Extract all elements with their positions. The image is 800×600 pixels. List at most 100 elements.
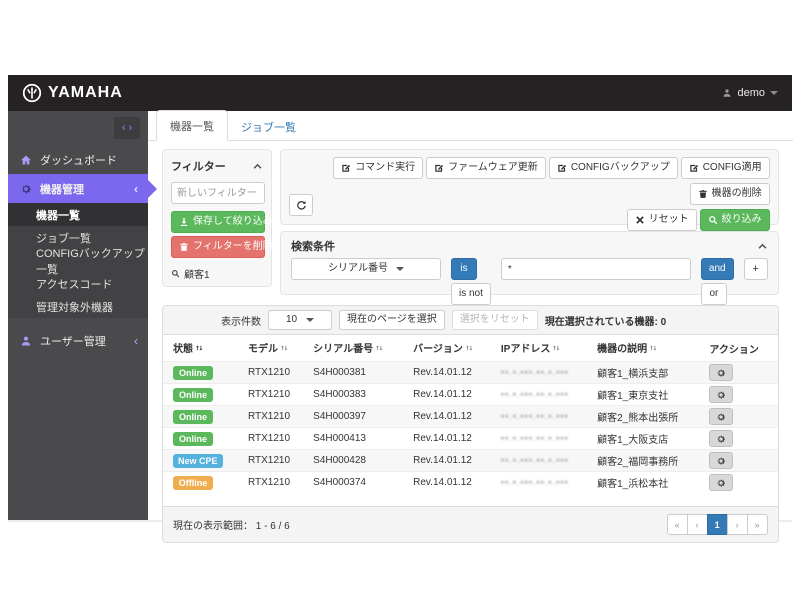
column-header-serial[interactable]: シリアル番号 xyxy=(307,335,407,362)
download-icon xyxy=(179,217,189,227)
button-label: 機器の削除 xyxy=(712,189,762,199)
search-field-select[interactable]: シリアル番号 xyxy=(291,258,441,280)
sidebar-item-config-backup-list[interactable]: CONFIGバックアップ一覧 xyxy=(8,249,148,272)
new-filter-input[interactable] xyxy=(171,182,265,204)
firmware-update-button[interactable]: ファームウェア更新 xyxy=(426,157,546,179)
pagination-next-button[interactable]: › xyxy=(727,514,748,535)
run-command-button[interactable]: コマンド実行 xyxy=(333,157,423,179)
pagination-page-1-button[interactable]: 1 xyxy=(707,514,728,535)
page-size-value: 10 xyxy=(286,315,297,325)
column-header-model[interactable]: モデル xyxy=(242,335,307,362)
version-cell: Rev.14.01.12 xyxy=(407,428,495,450)
save-and-filter-button[interactable]: 保存して絞り込み xyxy=(171,211,265,233)
device-management-submenu: 機器一覧 ジョブ一覧 CONFIGバックアップ一覧 アクセスコード 管理対象外機… xyxy=(8,203,148,318)
logic-and-button[interactable]: and xyxy=(701,258,734,280)
column-header-version[interactable]: バージョン xyxy=(407,335,495,362)
column-header-status[interactable]: 状態 xyxy=(163,335,242,362)
table-row[interactable]: Online RTX1210 S4H000383 Rev.14.01.12 ▪▪… xyxy=(163,384,778,406)
button-label: 保存して絞り込み xyxy=(193,217,273,227)
person-icon xyxy=(722,88,732,98)
caret-down-icon xyxy=(306,318,314,322)
reset-button[interactable]: リセット xyxy=(627,209,697,231)
column-header-description[interactable]: 機器の説明 xyxy=(591,335,703,362)
table-row[interactable]: New CPE RTX1210 S4H000428 Rev.14.01.12 ▪… xyxy=(163,450,778,472)
serial-cell: S4H000428 xyxy=(307,450,407,472)
sidebar-item-device-list[interactable]: 機器一覧 xyxy=(8,203,148,226)
ip-redacted: ▪▪.▪.▪▪▪.▪▪.▪.▪▪▪ xyxy=(501,433,569,443)
ip-redacted: ▪▪.▪.▪▪▪.▪▪.▪.▪▪▪ xyxy=(501,367,569,377)
pagination-first-button[interactable]: « xyxy=(667,514,688,535)
edit-square-icon xyxy=(341,163,351,173)
pagination: « ‹ 1 › » xyxy=(667,514,768,535)
logic-or-button[interactable]: or xyxy=(701,283,727,305)
yamaha-logo: YAMAHA xyxy=(22,83,123,103)
page-size-select[interactable]: 10 xyxy=(268,310,332,330)
version-cell: Rev.14.01.12 xyxy=(407,472,495,494)
sidebar-item-device-management[interactable]: 機器管理 ‹ xyxy=(8,174,148,203)
home-icon xyxy=(20,154,32,166)
device-actions-button[interactable] xyxy=(709,408,733,425)
table-row[interactable]: Online RTX1210 S4H000413 Rev.14.01.12 ▪▪… xyxy=(163,428,778,450)
table-row[interactable]: Online RTX1210 S4H000397 Rev.14.01.12 ▪▪… xyxy=(163,406,778,428)
delete-filter-button[interactable]: フィルターを削除 xyxy=(171,236,265,258)
tab-bar: 機器一覧 ジョブ一覧 xyxy=(148,111,793,141)
description-cell: 顧客1_大阪支店 xyxy=(591,428,703,450)
version-cell: Rev.14.01.12 xyxy=(407,384,495,406)
submenu-label: 機器一覧 xyxy=(36,207,80,223)
submenu-label: アクセスコード xyxy=(36,276,112,292)
submenu-label: CONFIGバックアップ一覧 xyxy=(36,245,148,277)
gear-icon xyxy=(716,368,726,378)
table-row[interactable]: Offline RTX1210 S4H000374 Rev.14.01.12 ▪… xyxy=(163,472,778,494)
sort-icon xyxy=(280,343,289,356)
status-badge: Offline xyxy=(173,476,213,490)
gear-icon xyxy=(716,412,726,422)
sort-icon xyxy=(375,343,384,356)
device-actions-button[interactable] xyxy=(709,430,733,447)
pagination-prev-button[interactable]: ‹ xyxy=(687,514,708,535)
saved-filter-item[interactable]: 顧客1 xyxy=(171,266,263,281)
device-table-panel: 表示件数 10 現在のページを選択 選択をリセット 現在選択されている機器: 0 xyxy=(162,305,779,543)
column-header-ip[interactable]: IPアドレス xyxy=(495,335,591,362)
operator-is-not-button[interactable]: is not xyxy=(451,283,491,305)
gear-icon xyxy=(716,456,726,466)
button-label: フィルターを削除 xyxy=(193,242,273,252)
table-row[interactable]: Online RTX1210 S4H000381 Rev.14.01.12 ▪▪… xyxy=(163,362,778,384)
version-cell: Rev.14.01.12 xyxy=(407,362,495,384)
config-backup-button[interactable]: CONFIGバックアップ xyxy=(549,157,678,179)
serial-cell: S4H000374 xyxy=(307,472,407,494)
user-menu[interactable]: demo xyxy=(722,87,778,99)
pagination-last-button[interactable]: » xyxy=(747,514,768,535)
tab-job-list[interactable]: ジョブ一覧 xyxy=(228,112,309,141)
search-icon xyxy=(171,269,180,278)
reset-selection-button[interactable]: 選択をリセット xyxy=(452,310,538,330)
select-current-page-button[interactable]: 現在のページを選択 xyxy=(339,310,445,330)
delete-device-button[interactable]: 機器の削除 xyxy=(690,183,770,205)
search-icon xyxy=(708,215,718,225)
operator-is-button[interactable]: is xyxy=(451,258,477,280)
apply-filter-button[interactable]: 絞り込み xyxy=(700,209,770,231)
status-badge: Online xyxy=(173,432,213,446)
tab-device-list[interactable]: 機器一覧 xyxy=(156,110,228,141)
refresh-button[interactable] xyxy=(289,194,313,216)
search-value-input[interactable] xyxy=(501,258,691,280)
collapse-chevron-up-icon[interactable] xyxy=(757,241,768,252)
gear-icon xyxy=(716,434,726,444)
collapse-left-icon: ‹ xyxy=(122,122,126,134)
sidebar-item-unmanaged-devices[interactable]: 管理対象外機器 xyxy=(8,295,148,318)
sidebar-item-user-management[interactable]: ユーザー管理 ‹ xyxy=(8,326,148,355)
selected-device-count: 現在選択されている機器: 0 xyxy=(545,313,666,328)
sort-icon xyxy=(465,343,474,356)
device-actions-button[interactable] xyxy=(709,452,733,469)
device-actions-button[interactable] xyxy=(709,474,733,491)
device-actions-button[interactable] xyxy=(709,364,733,381)
collapse-chevron-up-icon[interactable] xyxy=(252,161,263,172)
config-apply-button[interactable]: CONFIG適用 xyxy=(681,157,770,179)
edit-square-icon xyxy=(689,163,699,173)
sort-icon xyxy=(552,343,561,356)
device-actions-button[interactable] xyxy=(709,386,733,403)
button-label: コマンド実行 xyxy=(355,163,415,173)
sidebar-item-dashboard[interactable]: ダッシュボード xyxy=(8,145,148,174)
add-condition-button[interactable]: + xyxy=(744,258,768,280)
button-label: ファームウェア更新 xyxy=(448,163,538,173)
sidebar-collapse-control[interactable]: ‹ › xyxy=(114,117,140,139)
